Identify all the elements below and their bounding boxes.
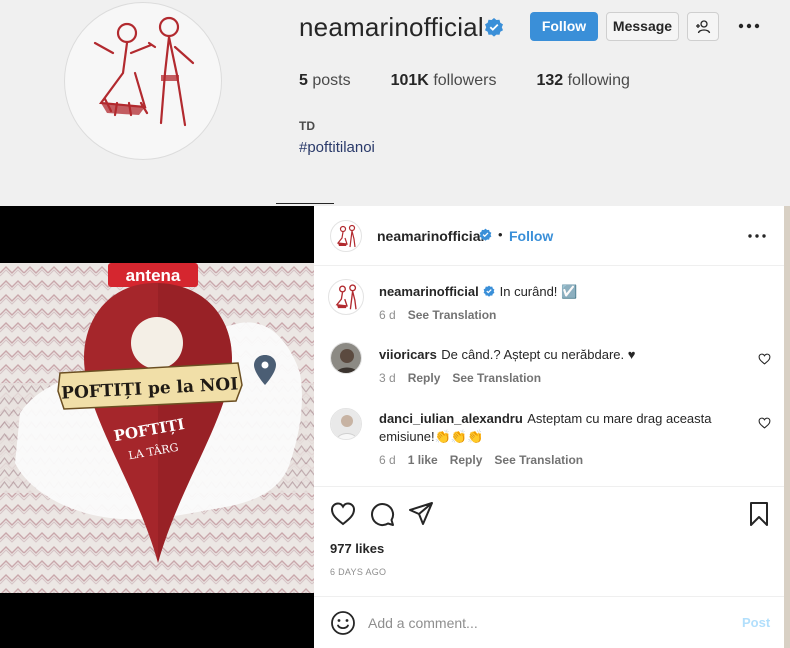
comment-text: De când.? Aștept cu nerăbdare. ♥	[441, 347, 636, 362]
suggest-accounts-button[interactable]	[687, 12, 719, 41]
add-person-icon	[696, 19, 711, 33]
dancers-logo-icon	[336, 224, 356, 248]
active-tab-indicator	[276, 203, 334, 204]
post-timestamp[interactable]: 6 DAYS AGO	[330, 567, 386, 577]
comment-username[interactable]: danci_iulian_alexandru	[379, 411, 523, 426]
verified-badge-icon	[483, 285, 495, 297]
user-photo-icon	[331, 409, 361, 439]
comment-see-translation[interactable]: See Translation	[494, 453, 583, 467]
caption: neamarinofficial In curând! ☑️	[379, 283, 769, 301]
comment-input[interactable]	[368, 609, 728, 637]
comment-item: viioricars De când.? Aștept cu nerăbdare…	[379, 346, 749, 364]
more-options-icon	[738, 23, 760, 29]
post-author-username[interactable]: neamarinofficial	[377, 228, 484, 244]
profile-username: neamarinofficial	[299, 12, 484, 42]
comment-time[interactable]: 6 d	[379, 453, 396, 467]
more-options-icon	[748, 234, 766, 238]
comment-reply-button[interactable]: Reply	[450, 453, 483, 467]
post-author-avatar[interactable]	[330, 220, 362, 252]
dancers-logo-icon	[335, 284, 357, 310]
add-comment-bar: Post	[314, 596, 784, 648]
message-button[interactable]: Message	[606, 12, 679, 41]
caption-meta: 6 d See Translation	[379, 308, 496, 322]
user-photo-icon	[331, 343, 361, 373]
profile-more-button[interactable]	[737, 12, 761, 40]
followers-stat[interactable]: 101K followers	[391, 72, 497, 90]
post-comment-button[interactable]: Post	[742, 615, 770, 630]
emoji-icon[interactable]	[330, 610, 356, 636]
posts-stat[interactable]: 5 posts	[299, 72, 351, 90]
comment-icon[interactable]	[369, 501, 395, 527]
comment-item: danci_iulian_alexandru Asteptam cu mare …	[379, 410, 739, 446]
following-stat[interactable]: 132 following	[536, 72, 629, 90]
heart-icon[interactable]	[330, 501, 356, 527]
profile-avatar[interactable]	[64, 2, 222, 160]
post-header: neamarinofficial • Follow	[314, 206, 784, 266]
post-follow-button[interactable]: Follow	[509, 228, 553, 244]
commenter-avatar[interactable]	[330, 408, 362, 440]
comment-time[interactable]: 3 d	[379, 371, 396, 385]
post-media[interactable]: antena POFTIȚI pe la NOI POFTIȚI LA TÂRG	[0, 206, 314, 648]
caption-time[interactable]: 6 d	[379, 308, 396, 322]
like-comment-heart-icon[interactable]	[758, 353, 771, 365]
bio-hashtag-link[interactable]: #poftitilanoi	[299, 139, 375, 156]
profile-header: neamarinofficial Follow Message 5 posts …	[0, 0, 790, 206]
show-poster-image: antena POFTIȚI pe la NOI POFTIȚI LA TÂRG	[0, 263, 314, 593]
profile-follow-button[interactable]: Follow	[530, 12, 598, 41]
comment-see-translation[interactable]: See Translation	[452, 371, 541, 385]
verified-badge-icon	[479, 228, 492, 241]
post-panel: neamarinofficial • Follow neamarinoffici…	[314, 206, 784, 648]
comment-meta: 6 d 1 like Reply See Translation	[379, 453, 583, 467]
separator-dot: •	[498, 227, 503, 242]
antena-logo-text: antena	[126, 266, 181, 285]
caption-author-avatar[interactable]	[328, 279, 364, 315]
caption-see-translation[interactable]: See Translation	[408, 308, 497, 322]
profile-stats: 5 posts 101K followers 132 following	[299, 72, 630, 90]
commenter-avatar[interactable]	[330, 342, 362, 374]
share-icon[interactable]	[408, 501, 434, 527]
verified-badge-icon	[485, 18, 503, 37]
bio-name: TD	[299, 119, 315, 133]
caption-username[interactable]: neamarinofficial	[379, 284, 479, 299]
comments-section: neamarinofficial In curând! ☑️ 6 d See T…	[314, 267, 784, 486]
comment-reply-button[interactable]: Reply	[408, 371, 441, 385]
like-comment-heart-icon[interactable]	[758, 417, 771, 429]
comment-likes[interactable]: 1 like	[408, 453, 438, 467]
dancers-logo-icon	[93, 16, 195, 127]
post-more-button[interactable]	[747, 226, 767, 246]
bookmark-icon[interactable]	[746, 501, 772, 527]
comment-username[interactable]: viioricars	[379, 347, 437, 362]
comment-meta: 3 d Reply See Translation	[379, 371, 541, 385]
caption-text: In curând! ☑️	[499, 284, 578, 299]
background-strip	[784, 206, 790, 648]
post-actions: 977 likes 6 DAYS AGO	[314, 486, 784, 596]
likes-count[interactable]: 977 likes	[330, 541, 384, 556]
